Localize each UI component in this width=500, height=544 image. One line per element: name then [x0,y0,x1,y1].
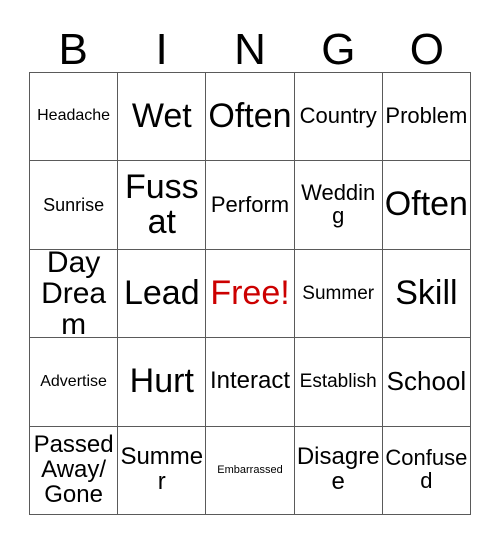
bingo-cell-o3[interactable]: Skill [382,249,471,339]
bingo-cell-label: Day Dream [41,249,107,339]
bingo-card: B I N G O Headache Wet Often Country Pro… [0,0,500,544]
bingo-cell-label: School [386,366,467,397]
bingo-cell-b1[interactable]: Headache [30,73,119,162]
bingo-cell-label: Perform [210,191,290,217]
bingo-cell-i5[interactable]: Summer [118,426,207,515]
bingo-cell-i4[interactable]: Hurt [118,338,207,427]
bingo-grid: Headache Wet Often Country Problem Sunri… [29,72,471,515]
bingo-cell-n1[interactable]: Often [206,73,295,162]
bingo-cell-label: Disagree [296,443,380,496]
header-letter-g: G [321,25,356,74]
bingo-cell-label: Sunrise [43,194,105,215]
bingo-cell-o2[interactable]: Often [382,161,471,250]
header-letter-n: N [234,25,266,74]
bingo-cell-label: Headache [37,107,111,125]
bingo-cell-b4[interactable]: Advertise [30,338,119,427]
bingo-cell-label: Interact [209,367,291,395]
bingo-cell-g3[interactable]: Summer [294,249,383,339]
bingo-cell-n2[interactable]: Perform [206,161,295,250]
bingo-cell-i1[interactable]: Wet [118,73,207,162]
bingo-cell-label: Often [384,185,468,224]
bingo-cell-b5[interactable]: Passed Away/ Gone [30,426,119,515]
bingo-cell-label: Often [208,97,292,136]
bingo-cell-label: Country [299,103,377,129]
bingo-cell-b3[interactable]: Day Dream [30,249,119,339]
bingo-cell-b2[interactable]: Sunrise [30,161,119,250]
bingo-cell-o5[interactable]: Confused [382,426,471,515]
bingo-cell-label: Establish [299,371,377,393]
bingo-cell-i3[interactable]: Lead [118,249,207,339]
bingo-header: B I N G O [29,18,471,72]
bingo-cell-g5[interactable]: Disagree [294,426,383,515]
bingo-cell-label: Confused [385,445,468,494]
header-letter-i: I [155,25,168,74]
bingo-cell-g1[interactable]: Country [294,73,383,162]
bingo-cell-g4[interactable]: Establish [294,338,383,427]
header-letter-o: O [409,25,444,74]
bingo-cell-i2[interactable]: Fuss at [118,161,207,250]
free-space-label: Free! [210,273,290,312]
bingo-cell-label: Embarrassed [217,463,283,476]
header-letter-b: B [58,25,88,74]
bingo-cell-label: Hurt [129,362,194,401]
bingo-cell-n4[interactable]: Interact [206,338,295,427]
bingo-cell-g2[interactable]: Wedding [294,161,383,250]
bingo-cell-o1[interactable]: Problem [382,73,471,162]
bingo-cell-label: Advertise [40,372,107,390]
bingo-cell-label: Summer [302,282,375,304]
bingo-cell-label: Wedding [301,180,376,229]
bingo-cell-label: Problem [385,103,468,129]
bingo-cell-label: Summer [120,443,204,496]
bingo-cell-label: Fuss at [124,167,199,242]
bingo-cell-free[interactable]: Free! [206,249,295,339]
bingo-cell-n5[interactable]: Embarrassed [206,426,295,515]
bingo-cell-label: Passed Away/ Gone [33,430,114,508]
bingo-cell-label: Wet [131,97,192,136]
bingo-cell-o4[interactable]: School [382,338,471,427]
bingo-cell-label: Lead [123,273,200,312]
bingo-cell-label: Skill [395,273,458,312]
